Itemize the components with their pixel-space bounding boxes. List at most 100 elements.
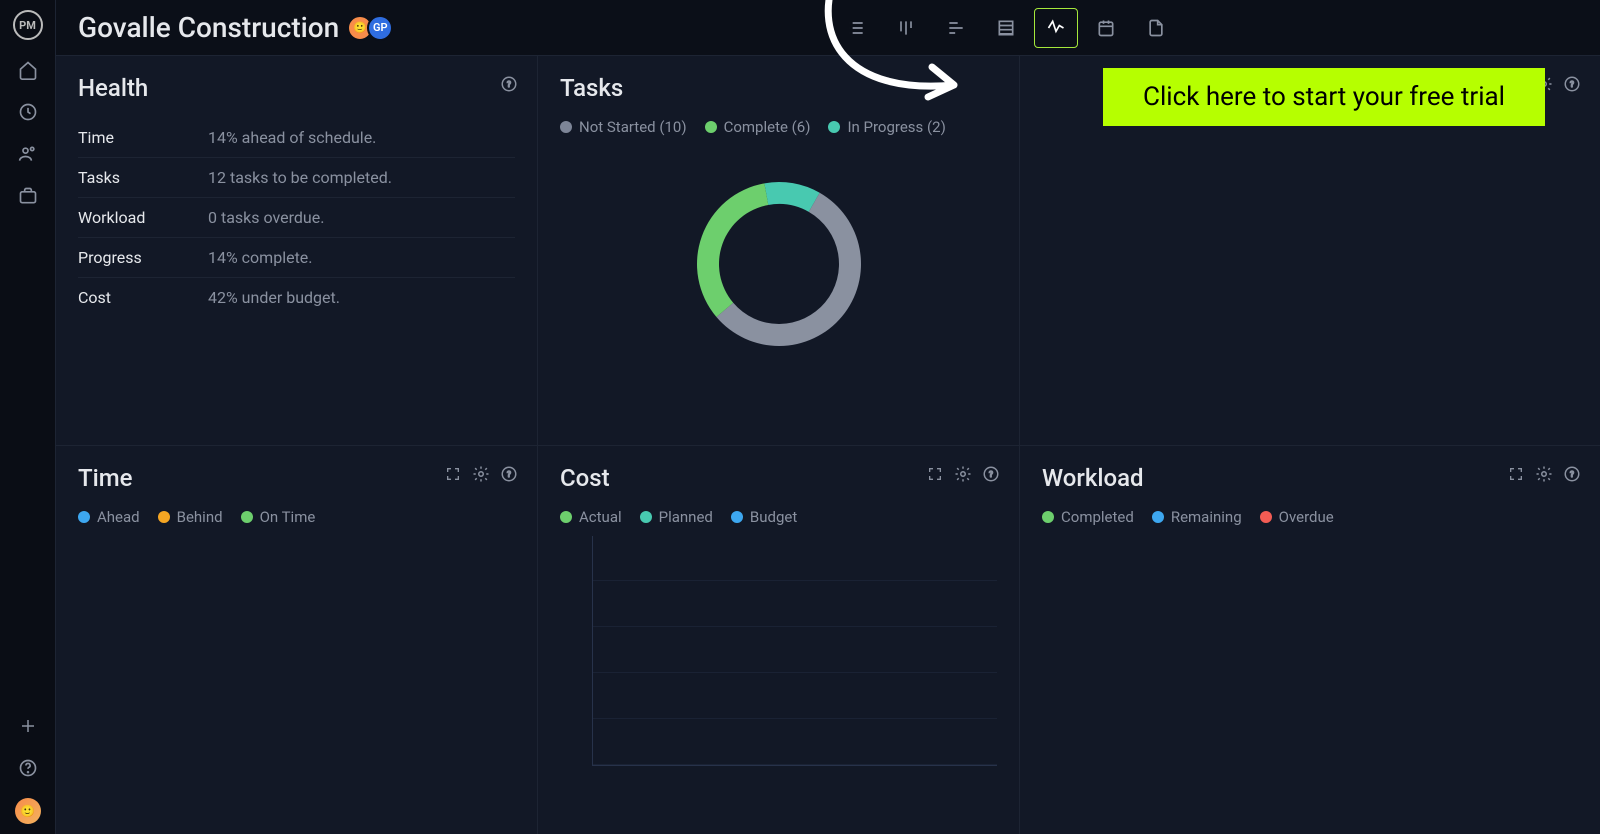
legend-item[interactable]: Not Started (10) [560,118,687,136]
health-key: Cost [78,288,208,307]
legend-label: Overdue [1279,508,1334,526]
dashboard-grid: ? Health Time14% ahead of schedule.Tasks… [56,56,1600,834]
view-gantt-icon[interactable] [934,8,978,48]
help-icon[interactable]: ? [1562,464,1582,484]
user-avatar[interactable]: 🙂 [15,798,41,824]
health-value: 12 tasks to be completed. [208,168,392,187]
svg-text:?: ? [1570,470,1574,480]
panel-cost: ? Cost ActualPlannedBudget [538,446,1019,834]
project-title: Govalle Construction [78,11,339,44]
gear-icon[interactable] [471,464,491,484]
briefcase-icon[interactable] [16,184,40,208]
legend-dot-icon [158,511,170,523]
cost-chart [570,536,997,766]
legend-item[interactable]: Complete (6) [705,118,811,136]
panel-health: ? Health Time14% ahead of schedule.Tasks… [56,56,537,445]
avatar-2[interactable]: GP [367,15,393,41]
legend-dot-icon [1042,511,1054,523]
plus-icon[interactable] [16,714,40,738]
panel-workload: ? Workload Completed Remaining Overdue [1020,446,1600,834]
legend-label: Planned [659,508,713,526]
legend-item[interactable]: Budget [731,508,797,526]
help-icon[interactable]: ? [499,464,519,484]
cta-banner[interactable]: Click here to start your free trial [1103,68,1545,126]
legend-label: Complete (6) [724,118,811,136]
health-row: Workload0 tasks overdue. [78,198,515,238]
legend-item[interactable]: Overdue [1260,508,1334,526]
view-dashboard-icon[interactable] [1034,8,1078,48]
legend-dot-icon [1152,511,1164,523]
view-file-icon[interactable] [1134,8,1178,48]
help-icon[interactable]: ? [1562,74,1582,94]
expand-icon[interactable] [925,464,945,484]
topbar: Govalle Construction 🙂 GP [56,0,1600,56]
legend-dot-icon [828,121,840,133]
health-value: 0 tasks overdue. [208,208,324,227]
left-sidebar: PM 🙂 [0,0,56,834]
health-key: Time [78,128,208,147]
legend-label: Completed [1061,508,1134,526]
legend-dot-icon [731,511,743,523]
legend-dot-icon [78,511,90,523]
legend-label: Behind [177,508,223,526]
tasks-legend: Not Started (10) Complete (6) In Progress … [560,118,997,136]
legend-label: Not Started (10) [579,118,687,136]
svg-text:?: ? [1570,80,1574,90]
main-area: Click here to start your free trial Gova… [56,0,1600,834]
help-icon[interactable]: ? [499,74,519,94]
legend-item[interactable]: Ahead [78,508,140,526]
view-calendar-icon[interactable] [1084,8,1128,48]
legend-label: Actual [579,508,622,526]
legend-label: Ahead [97,508,140,526]
share-avatars[interactable]: 🙂 GP [353,15,393,41]
clock-icon[interactable] [16,100,40,124]
svg-text:?: ? [507,470,511,480]
view-switcher [834,8,1578,48]
gear-icon[interactable] [1534,464,1554,484]
legend-item[interactable]: On Time [241,508,316,526]
cost-legend: Actual Planned Budget [560,508,997,526]
legend-label: On Time [260,508,316,526]
legend-dot-icon [705,121,717,133]
help-icon[interactable]: ? [981,464,1001,484]
legend-item[interactable]: Remaining [1152,508,1242,526]
expand-icon[interactable] [443,464,463,484]
view-sheet-icon[interactable] [984,8,1028,48]
app-logo[interactable]: PM [13,10,43,40]
legend-item[interactable]: In Progress (2) [828,118,945,136]
panel-title: Workload [1042,464,1578,492]
health-key: Tasks [78,168,208,187]
health-value: 42% under budget. [208,288,340,307]
legend-label: Remaining [1171,508,1242,526]
workload-legend: Completed Remaining Overdue [1042,508,1578,526]
home-icon[interactable] [16,58,40,82]
team-icon[interactable] [16,142,40,166]
legend-dot-icon [241,511,253,523]
legend-dot-icon [560,121,572,133]
time-axis [78,812,515,818]
legend-dot-icon [560,511,572,523]
health-value: 14% complete. [208,248,313,267]
legend-item[interactable]: Behind [158,508,223,526]
health-row: Cost42% under budget. [78,278,515,317]
health-row: Time14% ahead of schedule. [78,118,515,158]
legend-item[interactable]: Completed [1042,508,1134,526]
health-value: 14% ahead of schedule. [208,128,376,147]
gear-icon[interactable] [953,464,973,484]
legend-label: In Progress (2) [847,118,945,136]
help-icon[interactable] [16,756,40,780]
tasks-donut-chart [560,146,997,366]
health-row: Tasks12 tasks to be completed. [78,158,515,198]
legend-item[interactable]: Actual [560,508,622,526]
legend-item[interactable]: Planned [640,508,713,526]
health-key: Progress [78,248,208,267]
view-list-icon[interactable] [834,8,878,48]
time-legend: Ahead Behind On Time [78,508,515,526]
legend-dot-icon [1260,511,1272,523]
health-key: Workload [78,208,208,227]
panel-title: Health [78,74,515,102]
expand-icon[interactable] [1506,464,1526,484]
legend-dot-icon [640,511,652,523]
view-board-icon[interactable] [884,8,928,48]
svg-text:?: ? [989,470,993,480]
